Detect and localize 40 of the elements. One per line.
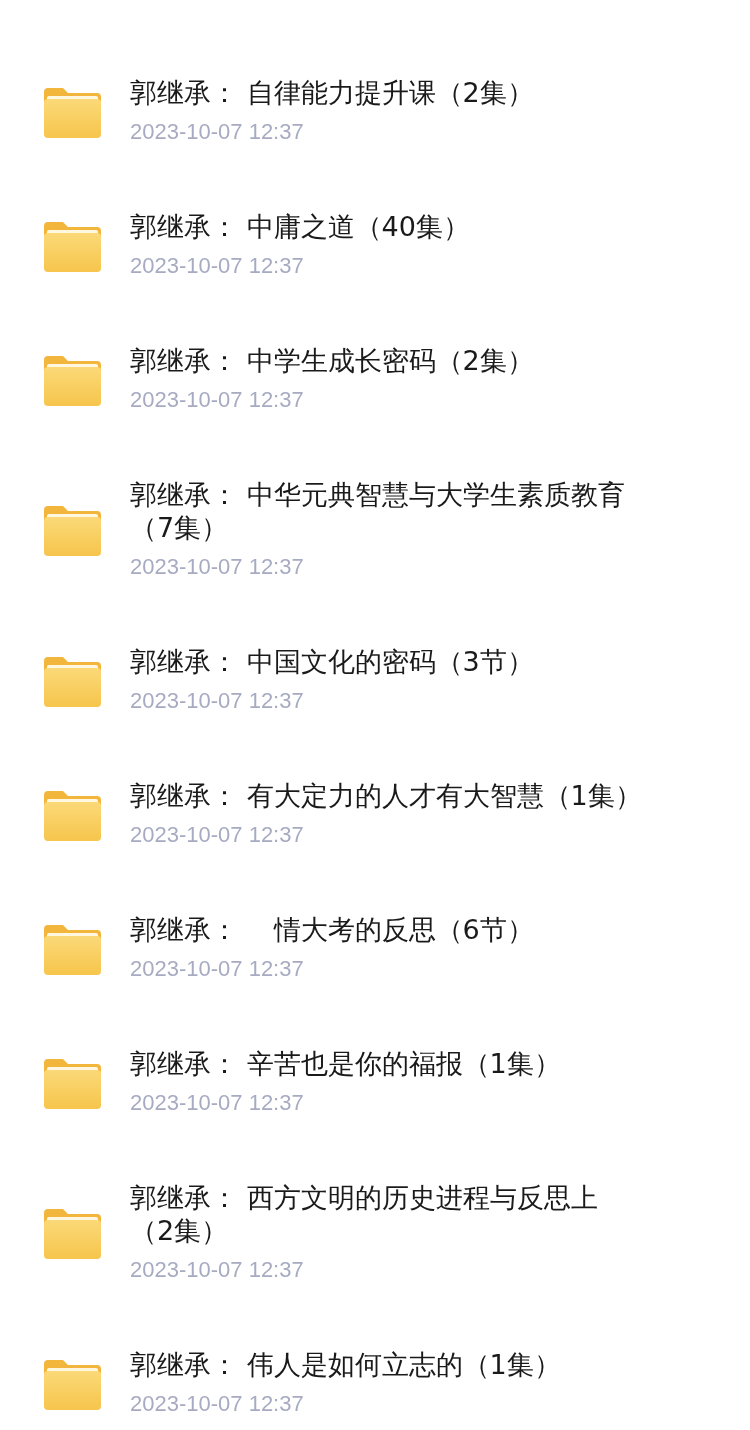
folder-name: 郭继承： 伟人是如何立志的（1集） [130,1348,562,1381]
folder-name: 郭继承： 情大考的反思（6节） [130,913,535,946]
folder-name: 郭继承： 有大定力的人才有大智慧（1集） [130,779,643,812]
folder-icon [44,1209,101,1259]
folder-icon [44,1058,101,1109]
folder-icon [44,506,101,556]
modified-date: 2023-10-07 12:37 [130,553,305,581]
folder-item[interactable]: 郭继承： 中华元典智慧与大学生素质教育（7集） 2023-10-07 12:37 [0,448,750,615]
folder-name: 郭继承： 西方文明的历史进程与反思上（2集） [130,1181,599,1247]
folder-name: 郭继承： 自律能力提升课（2集） [130,76,535,109]
folder-name: 郭继承： 辛苦也是你的福报（1集） [130,1047,562,1080]
folder-item[interactable]: 郭继承： 中庸之道（40集） 2023-10-07 12:37 [0,180,750,314]
modified-date: 2023-10-07 12:37 [130,687,305,715]
modified-date: 2023-10-07 12:37 [130,1256,305,1284]
modified-date: 2023-10-07 12:37 [130,386,305,414]
folder-icon [44,1359,101,1410]
folder-name: 郭继承： 中庸之道（40集） [130,210,471,243]
folder-item[interactable]: 郭继承： 有大定力的人才有大智慧（1集） 2023-10-07 12:37 [0,749,750,883]
folder-item[interactable]: 郭继承： 自律能力提升课（2集） 2023-10-07 12:37 [0,46,750,180]
folder-item[interactable]: 郭继承： 伟人是如何立志的（1集） 2023-10-07 12:37 [0,1318,750,1430]
folder-icon [44,790,101,841]
modified-date: 2023-10-07 12:37 [130,252,305,280]
folder-icon [44,656,101,707]
folder-icon [44,87,101,138]
folder-item[interactable]: 郭继承： 情大考的反思（6节） 2023-10-07 12:37 [0,883,750,1017]
modified-date: 2023-10-07 12:37 [130,1390,305,1418]
folder-icon [44,924,101,975]
folder-icon [44,221,101,272]
modified-date: 2023-10-07 12:37 [130,821,305,849]
folder-name: 郭继承： 中国文化的密码（3节） [130,645,535,678]
modified-date: 2023-10-07 12:37 [130,118,305,146]
folder-name: 郭继承： 中华元典智慧与大学生素质教育（7集） [130,478,626,544]
folder-item[interactable]: 郭继承： 西方文明的历史进程与反思上（2集） 2023-10-07 12:37 [0,1151,750,1318]
folder-item[interactable]: 郭继承： 辛苦也是你的福报（1集） 2023-10-07 12:37 [0,1017,750,1151]
folder-item[interactable]: 郭继承： 中学生成长密码（2集） 2023-10-07 12:37 [0,314,750,448]
folder-name: 郭继承： 中学生成长密码（2集） [130,344,535,377]
modified-date: 2023-10-07 12:37 [130,955,305,983]
modified-date: 2023-10-07 12:37 [130,1089,305,1117]
folder-item[interactable]: 郭继承： 中国文化的密码（3节） 2023-10-07 12:37 [0,615,750,749]
folder-icon [44,355,101,406]
